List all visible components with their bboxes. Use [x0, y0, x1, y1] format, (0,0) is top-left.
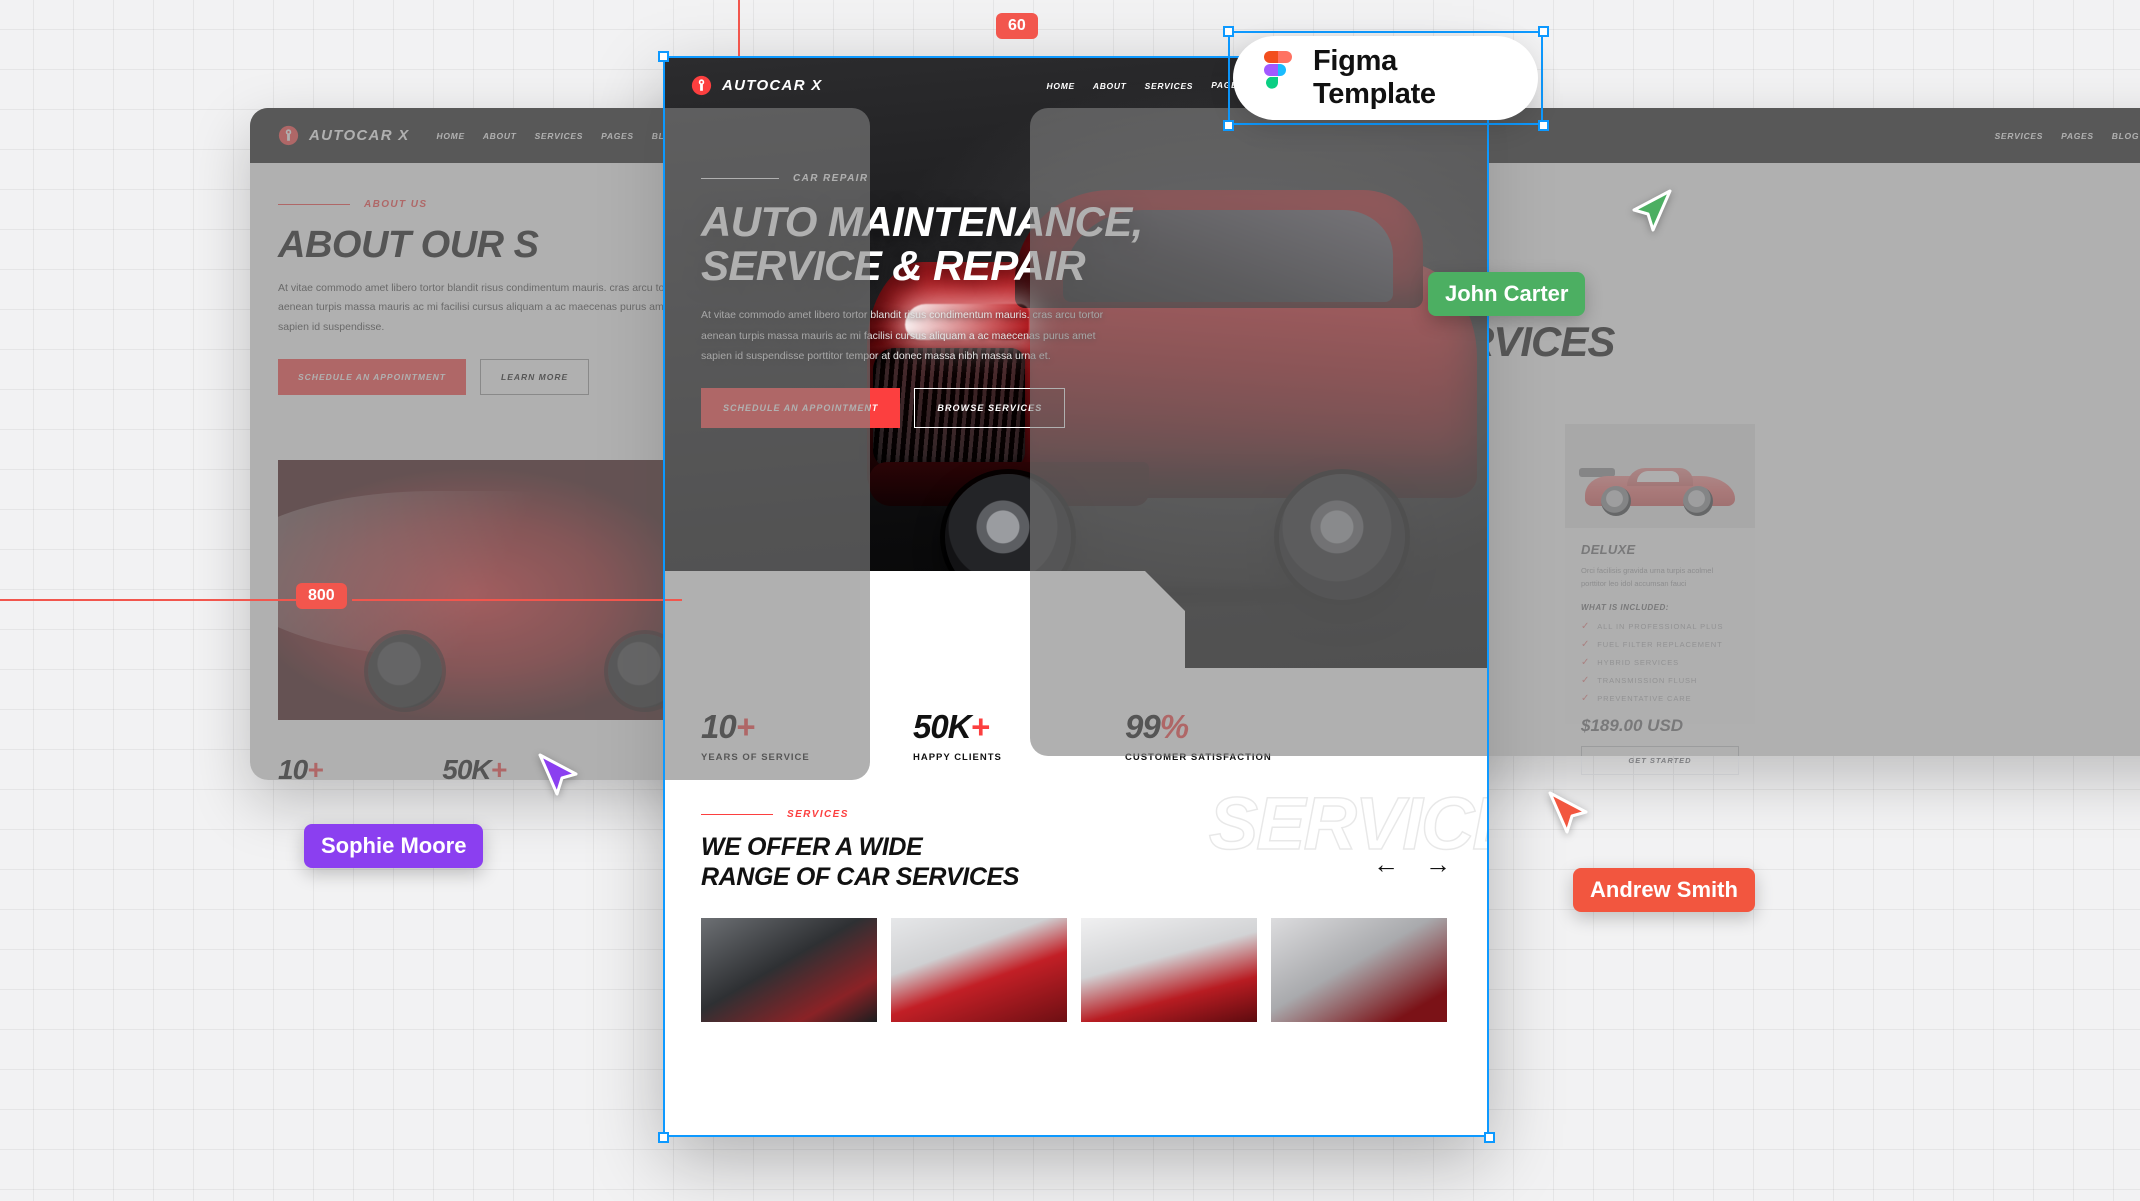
- stat-value: 10: [278, 754, 308, 780]
- image-highlight: [278, 491, 670, 658]
- stat-suffix: +: [970, 708, 990, 745]
- service-thumbnail-headlight[interactable]: [1081, 918, 1257, 1022]
- eyebrow-label: SERVICES: [787, 809, 849, 820]
- stat-value: 50K: [913, 708, 972, 745]
- brand-name: AUTOCAR X: [722, 77, 823, 94]
- stat-years: 10+ YEARS OF SERVICE: [278, 754, 380, 780]
- service-thumbnail-detailing[interactable]: [1271, 918, 1447, 1022]
- stat-suffix: +: [490, 754, 507, 780]
- brand[interactable]: AUTOCAR X: [691, 75, 823, 96]
- stat-years: 10+ YEARS OF SERVICE: [701, 708, 913, 763]
- service-thumbnail-engine[interactable]: [701, 918, 877, 1022]
- pill-resize-handle-top-left[interactable]: [1223, 26, 1234, 37]
- headline-line-2: SERVICE & REPAIR: [701, 241, 1086, 289]
- cursor-andrew-smith: [1548, 790, 1590, 836]
- pill-resize-handle-bottom-left[interactable]: [1223, 120, 1234, 131]
- cursor-label-sophie-moore: Sophie Moore: [304, 824, 484, 868]
- about-paragraph: At vitae commodo amet libero tortor blan…: [278, 282, 681, 333]
- dim-overlay: [1030, 108, 2140, 756]
- services-heading-line-1: WE OFFER A WIDE: [701, 833, 923, 861]
- cursor-john-carter: [1630, 188, 1672, 234]
- schedule-appointment-button[interactable]: SCHEDULE AN APPOINTMENT: [278, 359, 466, 396]
- stat-value: 50K: [442, 754, 491, 780]
- measure-badge-left: 800: [296, 583, 347, 609]
- pill-resize-handle-top-right[interactable]: [1538, 26, 1549, 37]
- stat-suffix: +: [735, 708, 755, 745]
- measure-badge-top: 60: [996, 13, 1038, 39]
- brand-name: AUTOCAR X: [309, 127, 410, 144]
- nav-home[interactable]: HOME: [437, 131, 465, 141]
- services-thumbnails[interactable]: [665, 892, 1487, 1022]
- services-heading: WE OFFER A WIDE RANGE OF CAR SERVICES: [701, 832, 1451, 892]
- background-page-services[interactable]: SERVICES PAGES BLOG CART(3) CONTACT US S…: [1030, 108, 2140, 756]
- nav-services[interactable]: SERVICES: [1145, 81, 1194, 91]
- figma-pill-label: Figma Template: [1313, 45, 1436, 110]
- resize-handle-bottom-left[interactable]: [658, 1132, 669, 1143]
- about-stats: 10+ YEARS OF SERVICE 50K+ HAPPY CLIENTS: [278, 754, 526, 780]
- services-eyebrow: SERVICES: [701, 809, 1451, 820]
- nav-about[interactable]: ABOUT: [1093, 81, 1127, 91]
- stat-suffix: +: [307, 754, 323, 780]
- cursor-label-andrew-smith: Andrew Smith: [1573, 868, 1755, 912]
- measure-guide-top: [738, 0, 740, 56]
- figma-logo-icon: [1261, 50, 1295, 106]
- nav-about[interactable]: ABOUT: [483, 131, 517, 141]
- nav-pages[interactable]: PAGES: [601, 131, 634, 141]
- service-thumbnail-bodywork[interactable]: [891, 918, 1067, 1022]
- cursor-sophie-moore: [538, 752, 580, 798]
- wrench-circle-icon: [278, 125, 299, 146]
- arrow-right-icon[interactable]: →: [1425, 851, 1451, 877]
- services-heading-line-2: RANGE OF CAR SERVICES: [701, 863, 1020, 891]
- measure-guide-left-a: [0, 599, 300, 601]
- learn-more-button[interactable]: LEARN MORE: [480, 359, 590, 396]
- figma-template-pill[interactable]: Figma Template: [1233, 36, 1538, 120]
- car-wheel-front: [368, 634, 442, 708]
- nav-services[interactable]: SERVICES: [535, 131, 584, 141]
- brand: AUTOCAR X: [278, 125, 410, 146]
- eyebrow-label: ABOUT US: [364, 199, 428, 210]
- stat-clients: 50K+ HAPPY CLIENTS: [442, 754, 526, 780]
- pill-resize-handle-bottom-right[interactable]: [1538, 120, 1549, 131]
- services-section: SERVICES SERVICES WE OFFER A WIDE RANGE …: [665, 763, 1487, 892]
- stat-caption: YEARS OF SERVICE: [701, 752, 810, 763]
- figma-canvas[interactable]: AUTOCAR X HOME ABOUT SERVICES PAGES BLOG…: [0, 0, 2140, 1201]
- nav-home[interactable]: HOME: [1047, 81, 1075, 91]
- schedule-appointment-button[interactable]: SCHEDULE AN APPOINTMENT: [701, 387, 901, 428]
- eyebrow-rule: [278, 203, 350, 206]
- arrow-left-icon[interactable]: ←: [1373, 851, 1399, 877]
- cursor-label-john-carter: John Carter: [1428, 272, 1586, 316]
- stat-value: 10: [701, 708, 737, 745]
- eyebrow-rule: [701, 177, 779, 180]
- carousel-arrows[interactable]: ← →: [1373, 851, 1451, 877]
- resize-handle-top-left[interactable]: [658, 51, 669, 62]
- eyebrow-rule: [701, 813, 773, 816]
- eyebrow-label: CAR REPAIR: [793, 173, 869, 184]
- measure-guide-left-b: [352, 599, 682, 601]
- resize-handle-bottom-right[interactable]: [1484, 1132, 1495, 1143]
- wrench-circle-icon: [691, 75, 712, 96]
